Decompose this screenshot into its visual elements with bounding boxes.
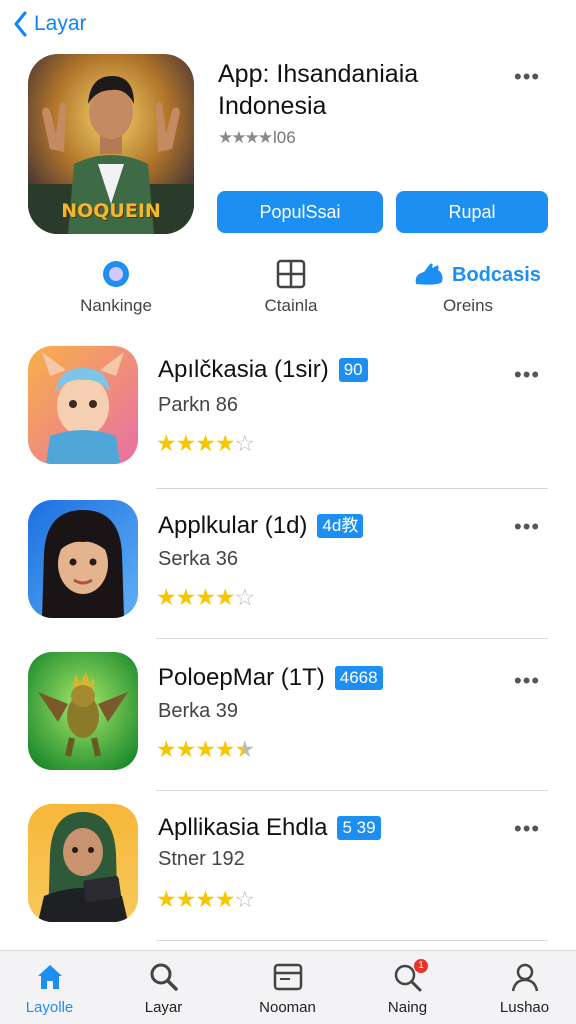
app-title: App: Ihsandaniaia Indonesia bbox=[218, 60, 419, 120]
back-button[interactable]: Layar bbox=[12, 10, 87, 38]
search-badge-icon: 1 bbox=[350, 959, 465, 995]
search-icon bbox=[106, 959, 221, 995]
tab-nooman[interactable]: Nooman bbox=[230, 959, 345, 1016]
app-icon bbox=[28, 652, 138, 770]
divider bbox=[156, 638, 548, 639]
more-options-icon[interactable]: ••• bbox=[514, 362, 540, 388]
category-label: Nankinge bbox=[80, 296, 152, 315]
tab-label: Layolle bbox=[25, 999, 74, 1016]
chevron-left-icon bbox=[14, 11, 27, 37]
app-name-text: Apllikasia Ehdla bbox=[158, 814, 328, 841]
more-options-icon[interactable]: ••• bbox=[514, 514, 540, 540]
tab-label: Layar bbox=[144, 999, 183, 1016]
app-badge: 4d教 bbox=[317, 514, 364, 538]
app-name-text: Apılčkasia (1sir) bbox=[158, 356, 329, 383]
app-rating: ★★★★☆ bbox=[156, 430, 255, 456]
more-options-icon[interactable]: ••• bbox=[514, 64, 540, 90]
tab-naing[interactable]: 1 Naing bbox=[350, 959, 465, 1016]
app-name: PoloepMar (1T) 4668 bbox=[158, 664, 383, 692]
rabbit-icon bbox=[415, 263, 443, 285]
app-row[interactable]: PoloepMar (1T) 4668 Berka 39 ★★★★★ ••• bbox=[0, 650, 576, 802]
more-options-icon[interactable]: ••• bbox=[514, 816, 540, 842]
app-icon bbox=[28, 346, 138, 464]
app-icon bbox=[28, 804, 138, 922]
tab-label: Lushao bbox=[499, 999, 550, 1016]
rating-count: l06 bbox=[272, 128, 296, 147]
rating-stars: ★★★★ bbox=[218, 128, 273, 147]
app-name: Apllikasia Ehdla 5 39 bbox=[158, 814, 381, 842]
app-name: Apılčkasia (1sir) 90 bbox=[158, 356, 368, 384]
divider bbox=[156, 790, 548, 791]
category-label: Oreins bbox=[442, 296, 494, 315]
category-label: Ctainla bbox=[264, 296, 318, 315]
divider bbox=[156, 488, 548, 489]
app-name-text: PoloepMar (1T) bbox=[158, 664, 325, 691]
circle-icon bbox=[26, 258, 206, 290]
app-subtitle: Serka 36 bbox=[158, 548, 239, 570]
person-icon bbox=[467, 959, 576, 995]
tab-label: Nooman bbox=[259, 999, 316, 1016]
app-row[interactable]: Apılčkasia (1sir) 90 Parkn 86 ★★★★☆ ••• bbox=[0, 342, 576, 494]
app-name: Applkular (1d) 4d教 bbox=[158, 512, 364, 540]
rupal-button[interactable]: Rupal bbox=[396, 191, 548, 233]
app-row[interactable]: Apllikasia Ehdla 5 39 Stner 192 ★★★★☆ ••… bbox=[0, 800, 576, 952]
app-rating: ★★★★☆ bbox=[156, 886, 255, 912]
window-icon bbox=[230, 959, 345, 995]
tab-bar: Layolle Layar Nooman 1 Naing Lushao bbox=[0, 950, 576, 1024]
app-badge: 4668 bbox=[334, 666, 383, 690]
grid-icon bbox=[201, 258, 381, 290]
more-options-icon[interactable]: ••• bbox=[514, 668, 540, 694]
category-nankinge[interactable]: Nankinge bbox=[26, 258, 206, 316]
app-name-text: Applkular (1d) bbox=[158, 512, 308, 539]
tab-label: Naing bbox=[387, 999, 428, 1016]
category-ctainla[interactable]: Ctainla bbox=[201, 258, 381, 316]
tab-lushao[interactable]: Lushao bbox=[467, 959, 576, 1016]
app-subtitle: Stner 192 bbox=[158, 848, 245, 870]
app-rating: ★★★★☆ bbox=[156, 584, 255, 610]
notification-badge: 1 bbox=[414, 959, 428, 973]
app-row[interactable]: Applkular (1d) 4d教 Serka 36 ★★★★☆ ••• bbox=[0, 496, 576, 648]
top-bar: Layar bbox=[0, 0, 576, 50]
hero-app-icon[interactable]: NOQUEIN bbox=[28, 54, 194, 234]
back-label: Layar bbox=[34, 12, 87, 35]
app-subtitle: Parkn 86 bbox=[158, 394, 239, 416]
tab-layolle[interactable]: Layolle bbox=[0, 959, 107, 1016]
divider bbox=[156, 940, 548, 941]
hero-rating: ★★★★ l06 bbox=[218, 128, 296, 148]
hero-icon-caption: NOQUEIN bbox=[61, 200, 161, 222]
app-badge: 90 bbox=[338, 358, 368, 382]
category-bodcasis[interactable]: Bodcasis bbox=[412, 262, 541, 288]
tab-layar[interactable]: Layar bbox=[106, 959, 221, 1016]
app-rating: ★★★★★ bbox=[156, 736, 255, 762]
popular-button[interactable]: PopulSsai bbox=[217, 191, 383, 233]
app-icon bbox=[28, 500, 138, 618]
category-title: Bodcasis bbox=[452, 263, 541, 286]
app-badge: 5 39 bbox=[337, 816, 381, 840]
home-icon bbox=[0, 959, 107, 995]
app-subtitle: Berka 39 bbox=[158, 700, 239, 722]
